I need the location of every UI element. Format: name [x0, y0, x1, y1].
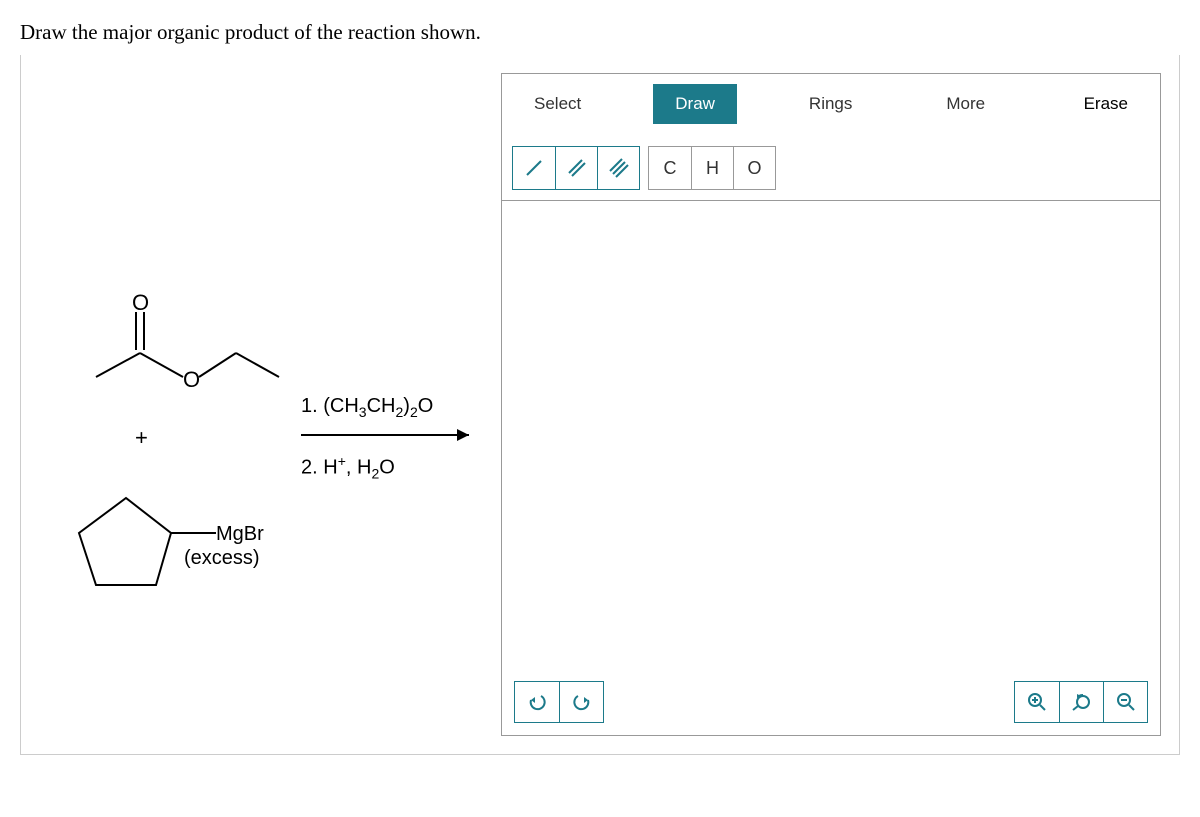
drawing-canvas[interactable]	[502, 201, 1160, 669]
draw-panel: Select Draw Rings More Erase	[501, 73, 1161, 736]
carbon-atom-button[interactable]: C	[649, 147, 691, 189]
select-mode-button[interactable]: Select	[512, 84, 603, 124]
atom-tool-group: C H O	[648, 146, 776, 190]
zoom-out-icon	[1116, 692, 1136, 712]
double-bond-button[interactable]	[555, 147, 597, 189]
reaction-panel: O O + 1. (CH3CH2)2O 2. H+, H2O MgBr (exc	[21, 55, 501, 754]
erase-button[interactable]: Erase	[1062, 84, 1150, 124]
grignard-label: MgBr	[216, 523, 264, 546]
oxygen-atom-button[interactable]: O	[733, 147, 775, 189]
rings-mode-button[interactable]: Rings	[787, 84, 874, 124]
redo-icon	[572, 692, 592, 712]
content-container: O O + 1. (CH3CH2)2O 2. H+, H2O MgBr (exc	[20, 55, 1180, 755]
bottom-toolbar	[502, 669, 1160, 735]
bond-tool-group	[512, 146, 640, 190]
zoom-in-button[interactable]	[1015, 682, 1059, 722]
plus-sign: +	[135, 425, 148, 451]
excess-label: (excess)	[184, 547, 260, 570]
triple-bond-button[interactable]	[597, 147, 639, 189]
toolbar-tools: C H O	[512, 146, 1150, 190]
more-mode-button[interactable]: More	[924, 84, 1007, 124]
double-bond-icon	[566, 157, 588, 179]
hydrogen-atom-button[interactable]: H	[691, 147, 733, 189]
redo-button[interactable]	[559, 682, 603, 722]
triple-bond-icon	[608, 157, 630, 179]
undo-button[interactable]	[515, 682, 559, 722]
drawing-toolbar: Select Draw Rings More Erase	[502, 74, 1160, 201]
zoom-reset-icon	[1071, 692, 1093, 712]
svg-text:O: O	[132, 290, 149, 315]
svg-text:O: O	[183, 367, 200, 392]
draw-mode-button[interactable]: Draw	[653, 84, 737, 124]
toolbar-modes: Select Draw Rings More Erase	[512, 84, 1150, 124]
zoom-out-button[interactable]	[1103, 682, 1147, 722]
zoom-reset-button[interactable]	[1059, 682, 1103, 722]
zoom-group	[1014, 681, 1148, 723]
single-bond-icon	[523, 157, 545, 179]
zoom-in-icon	[1027, 692, 1047, 712]
reagent-2: 2. H+, H2O	[301, 453, 395, 482]
reagent-1: 1. (CH3CH2)2O	[301, 395, 433, 420]
question-prompt: Draw the major organic product of the re…	[20, 20, 1180, 45]
undo-redo-group	[514, 681, 604, 723]
undo-icon	[527, 692, 547, 712]
single-bond-button[interactable]	[513, 147, 555, 189]
